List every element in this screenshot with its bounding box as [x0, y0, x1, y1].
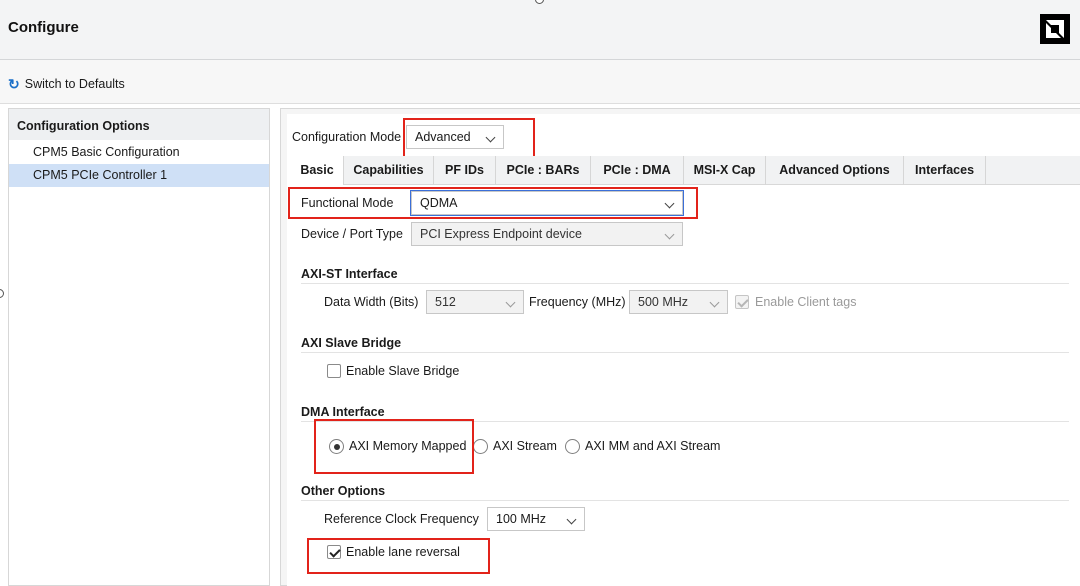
toolbar — [0, 60, 1080, 104]
chevron-down-icon — [566, 514, 577, 525]
configuration-mode-label: Configuration Mode — [292, 130, 402, 144]
functional-mode-select[interactable]: QDMA — [411, 191, 683, 215]
configuration-mode-value: Advanced — [415, 130, 471, 144]
section-divider — [301, 421, 1069, 422]
axi-memory-mapped-radio[interactable] — [329, 439, 344, 454]
axi-st-interface-title: AXI-ST Interface — [301, 267, 398, 281]
section-divider — [301, 352, 1069, 353]
tree-item-cpm5-pcie-controller-1[interactable]: CPM5 PCIe Controller 1 — [9, 164, 269, 187]
axi-memory-mapped-label: AXI Memory Mapped — [349, 439, 467, 453]
enable-lane-reversal-label: Enable lane reversal — [346, 545, 460, 559]
resize-handle-left[interactable] — [0, 289, 4, 298]
other-options-title: Other Options — [301, 484, 386, 498]
tree-item-cpm5-basic-configuration[interactable]: CPM5 Basic Configuration — [9, 141, 269, 164]
data-width-value: 512 — [435, 295, 456, 309]
refresh-icon: ↻ — [8, 76, 20, 92]
chevron-down-icon — [664, 229, 675, 240]
dma-interface-title: DMA Interface — [301, 405, 385, 419]
device-port-type-select[interactable]: PCI Express Endpoint device — [411, 222, 683, 246]
chevron-down-icon — [505, 297, 516, 308]
switch-to-defaults-label: Switch to Defaults — [24, 77, 125, 91]
configuration-mode-select[interactable]: Advanced — [406, 125, 504, 149]
axi-slave-bridge-title: AXI Slave Bridge — [301, 336, 402, 350]
chevron-down-icon — [664, 198, 675, 209]
functional-mode-label: Functional Mode — [301, 196, 394, 210]
functional-mode-value: QDMA — [420, 196, 458, 210]
tab-interfaces[interactable]: Interfaces — [904, 156, 986, 185]
reference-clock-frequency-value: 100 MHz — [496, 512, 547, 526]
switch-to-defaults-button[interactable]: ↻ Switch to Defaults — [8, 77, 125, 91]
section-divider — [301, 500, 1069, 501]
reference-clock-frequency-label: Reference Clock Frequency — [324, 512, 479, 526]
data-width-label: Data Width (Bits) — [324, 295, 419, 309]
axi-stream-radio[interactable] — [473, 439, 488, 454]
window-title: Configure — [8, 19, 79, 36]
enable-lane-reversal-checkbox[interactable] — [327, 545, 341, 559]
chevron-down-icon — [485, 132, 496, 143]
frequency-label: Frequency (MHz) — [529, 295, 626, 309]
tab-pf-ids[interactable]: PF IDs — [434, 156, 496, 185]
axi-stream-label: AXI Stream — [493, 439, 557, 453]
enable-slave-bridge-label: Enable Slave Bridge — [346, 364, 460, 378]
tree-title: Configuration Options — [17, 119, 150, 133]
enable-client-tags-checkbox[interactable] — [735, 295, 749, 309]
tab-capabilities[interactable]: Capabilities — [344, 156, 434, 185]
frequency-value: 500 MHz — [638, 295, 689, 309]
tab-basic[interactable]: Basic — [291, 156, 344, 185]
title-bar — [0, 0, 1080, 60]
axi-mm-and-axi-stream-label: AXI MM and AXI Stream — [585, 439, 721, 453]
frequency-select[interactable]: 500 MHz — [629, 290, 728, 314]
data-width-select[interactable]: 512 — [426, 290, 524, 314]
axi-mm-and-axi-stream-radio[interactable] — [565, 439, 580, 454]
tab-advanced-options[interactable]: Advanced Options — [766, 156, 904, 185]
tab-msi-x-cap[interactable]: MSI-X Cap — [684, 156, 766, 185]
tab-pcie-dma[interactable]: PCIe : DMA — [591, 156, 684, 185]
reference-clock-frequency-select[interactable]: 100 MHz — [487, 507, 585, 531]
device-port-type-label: Device / Port Type — [301, 227, 403, 241]
section-divider — [301, 283, 1069, 284]
chevron-down-icon — [709, 297, 720, 308]
device-port-type-value: PCI Express Endpoint device — [420, 227, 582, 241]
enable-slave-bridge-checkbox[interactable] — [327, 364, 341, 378]
amd-logo — [1040, 14, 1070, 44]
tab-pcie-bars[interactable]: PCIe : BARs — [496, 156, 591, 185]
enable-client-tags-label: Enable Client tags — [755, 295, 857, 309]
